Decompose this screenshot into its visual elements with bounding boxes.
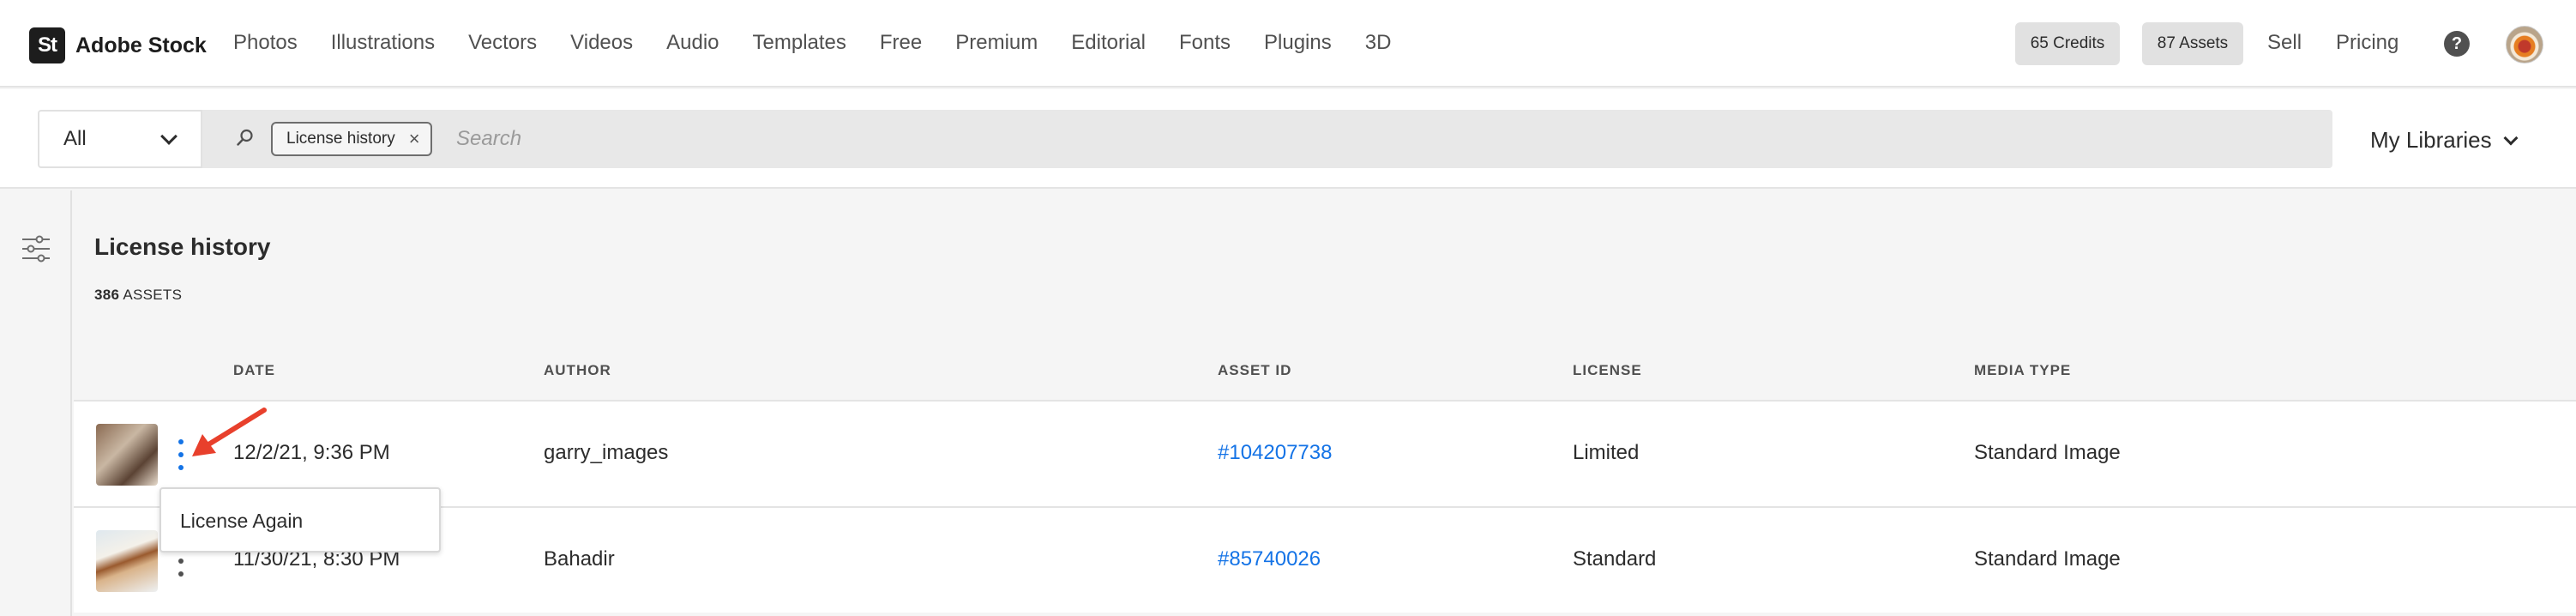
- avatar[interactable]: [2506, 26, 2543, 63]
- row-asset-id-link[interactable]: #104207738: [1218, 441, 1332, 465]
- asset-thumbnail[interactable]: [96, 424, 158, 486]
- nav-link-fonts[interactable]: Fonts: [1179, 31, 1231, 55]
- nav-link-editorial[interactable]: Editorial: [1071, 31, 1146, 55]
- table-header: DATE AUTHOR ASSET ID LICENSE MEDIA TYPE: [74, 362, 2576, 398]
- nav-link-free[interactable]: Free: [880, 31, 922, 55]
- column-header-license[interactable]: LICENSE: [1573, 362, 1642, 379]
- search-bar: All License history × My Libraries: [0, 89, 2576, 189]
- nav-link-audio[interactable]: Audio: [666, 31, 719, 55]
- credits-badge[interactable]: 65 Credits: [2015, 22, 2120, 65]
- nav-link-vectors[interactable]: Vectors: [468, 31, 537, 55]
- top-nav: St Adobe Stock Photos Illustrations Vect…: [0, 0, 2576, 88]
- assets-badge[interactable]: 87 Assets: [2142, 22, 2243, 65]
- row-license: Standard: [1573, 547, 1657, 571]
- pricing-link[interactable]: Pricing: [2336, 31, 2398, 55]
- column-header-date[interactable]: DATE: [233, 362, 275, 379]
- nav-link-illustrations[interactable]: Illustrations: [331, 31, 435, 55]
- adobe-stock-logo[interactable]: St Adobe Stock: [29, 27, 207, 63]
- search-icon: [237, 129, 253, 146]
- row-author: garry_images: [544, 441, 669, 464]
- column-header-asset-id[interactable]: ASSET ID: [1218, 362, 1291, 379]
- more-options-icon[interactable]: [177, 439, 185, 470]
- row-asset-id-link[interactable]: #85740026: [1218, 547, 1321, 571]
- nav-link-photos[interactable]: Photos: [233, 31, 298, 55]
- row-media-type: Standard Image: [1974, 441, 2121, 464]
- left-rail: [0, 190, 72, 616]
- my-libraries-button[interactable]: My Libraries: [2370, 127, 2519, 154]
- asset-thumbnail[interactable]: [96, 530, 158, 592]
- nav-link-premium[interactable]: Premium: [955, 31, 1038, 55]
- content-type-value: All: [63, 127, 87, 150]
- chip-label: License history: [286, 130, 395, 148]
- filter-sliders-icon[interactable]: [21, 235, 51, 263]
- table-row: 11/30/21, 8:30 PM Bahadir #85740026 Stan…: [74, 506, 2576, 613]
- asset-count: 386 ASSETS: [94, 287, 182, 304]
- nav-link-3d[interactable]: 3D: [1365, 31, 1392, 55]
- nav-links: Photos Illustrations Vectors Videos Audi…: [233, 31, 1424, 55]
- logo-text: Adobe Stock: [75, 33, 207, 57]
- nav-link-videos[interactable]: Videos: [570, 31, 633, 55]
- sell-link[interactable]: Sell: [2267, 31, 2302, 55]
- page-title: License history: [94, 233, 271, 260]
- close-icon[interactable]: ×: [409, 128, 420, 150]
- license-history-panel: License history 386 ASSETS DATE AUTHOR A…: [74, 190, 2576, 616]
- asset-count-number: 386: [94, 287, 120, 303]
- logo-mark: St: [29, 27, 65, 63]
- search-field[interactable]: License history ×: [202, 110, 2332, 168]
- chevron-down-icon: [2503, 130, 2519, 146]
- license-history-filter-chip[interactable]: License history ×: [271, 122, 432, 156]
- column-header-media-type[interactable]: MEDIA TYPE: [1974, 362, 2071, 379]
- my-libraries-label: My Libraries: [2370, 127, 2492, 153]
- nav-link-templates[interactable]: Templates: [753, 31, 846, 55]
- row-context-menu: License Again: [159, 487, 441, 553]
- chevron-down-icon: [160, 128, 178, 145]
- row-license: Limited: [1573, 441, 1640, 464]
- column-header-author[interactable]: AUTHOR: [544, 362, 611, 379]
- row-media-type: Standard Image: [1974, 547, 2121, 571]
- nav-link-plugins[interactable]: Plugins: [1264, 31, 1332, 55]
- license-again-menu-item[interactable]: License Again: [180, 510, 303, 533]
- search-input[interactable]: [456, 122, 1142, 156]
- red-arrow-icon: [192, 408, 267, 456]
- table-row: 12/2/21, 9:36 PM garry_images #104207738…: [74, 400, 2576, 506]
- help-icon[interactable]: ?: [2444, 31, 2470, 57]
- row-author: Bahadir: [544, 547, 615, 571]
- content-type-dropdown[interactable]: All: [38, 110, 202, 168]
- asset-count-suffix: ASSETS: [123, 287, 183, 303]
